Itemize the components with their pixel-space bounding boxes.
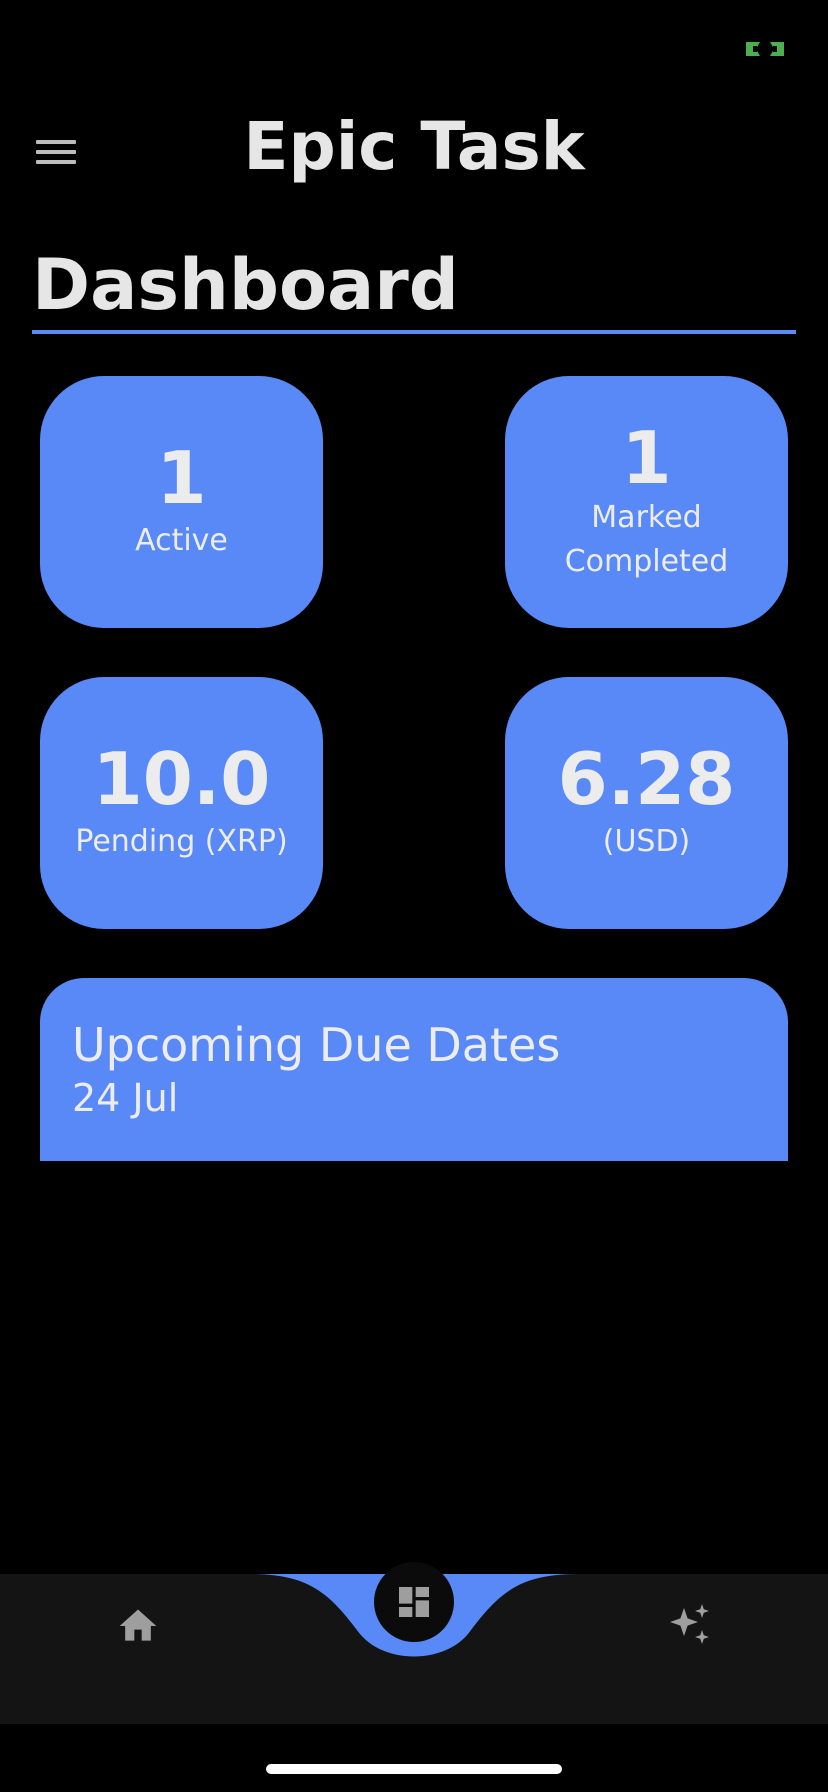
bottom-navigation-bar xyxy=(0,1562,828,1724)
upcoming-due-dates-card[interactable]: Upcoming Due Dates 24 Jul xyxy=(40,978,788,1161)
completed-count: 1 xyxy=(621,415,672,500)
home-icon[interactable] xyxy=(116,1604,160,1648)
pending-xrp-value: 10.0 xyxy=(92,737,271,822)
dashboard-icon[interactable] xyxy=(374,1562,454,1642)
active-label: Active xyxy=(135,523,228,559)
completed-label-line2: Completed xyxy=(564,543,729,579)
active-count: 1 xyxy=(156,436,207,521)
dashboard-screen: Epic Task Dashboard 1 Active 1 Marked Co… xyxy=(0,0,828,1792)
home-indicator-bar[interactable] xyxy=(266,1764,562,1774)
status-indicator-icon xyxy=(746,42,784,56)
usd-value: 6.28 xyxy=(557,737,736,822)
pending-xrp-card[interactable]: 10.0 Pending (XRP) xyxy=(40,677,323,929)
sparkle-icon[interactable] xyxy=(666,1600,714,1648)
app-title: Epic Task xyxy=(243,108,585,185)
dashboard-glyph-icon xyxy=(399,1587,429,1617)
active-tasks-card[interactable]: 1 Active xyxy=(40,376,323,628)
usd-label: (USD) xyxy=(602,824,691,860)
usd-value-card[interactable]: 6.28 (USD) xyxy=(505,677,788,929)
upcoming-due-date: 24 Jul xyxy=(72,1076,179,1121)
completed-tasks-card[interactable]: 1 Marked Completed xyxy=(505,376,788,628)
completed-label-line1: Marked xyxy=(591,500,702,536)
page-title: Dashboard xyxy=(32,244,459,326)
pending-xrp-label: Pending (XRP) xyxy=(75,824,288,860)
title-underline xyxy=(32,330,796,334)
upcoming-due-dates-title: Upcoming Due Dates xyxy=(72,1018,561,1072)
